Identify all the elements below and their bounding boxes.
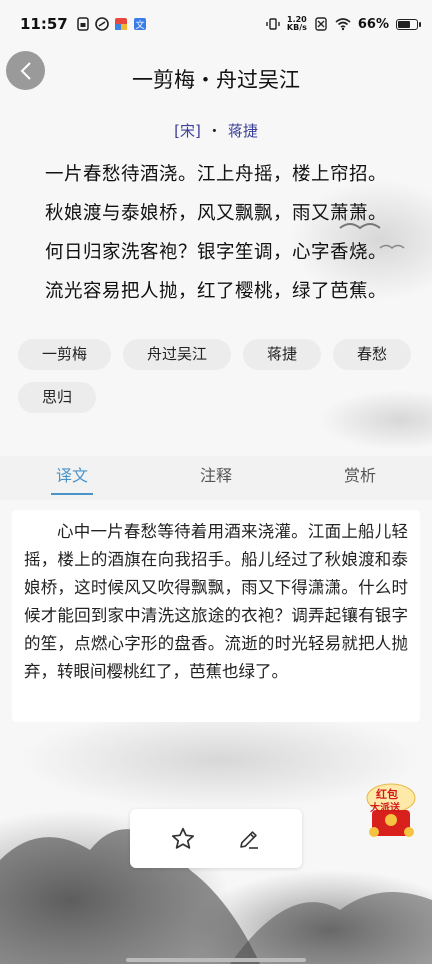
battery-icon — [396, 18, 421, 30]
poem-line: 秋娘渡与泰娘桥，风又飘飘，雨又萧萧。 — [44, 203, 387, 224]
home-indicator[interactable] — [126, 958, 306, 962]
favorite-button[interactable] — [168, 824, 198, 854]
tab-label: 注释 — [199, 466, 232, 485]
app-colorful-icon — [114, 18, 127, 30]
notification-icons: 文 — [76, 17, 147, 31]
battery-percent: 66% — [357, 16, 389, 32]
star-icon — [171, 827, 195, 849]
status-time: 11:57 — [20, 15, 68, 33]
tab-translation[interactable]: 译文 — [0, 456, 144, 500]
dynasty-link[interactable]: [宋] — [174, 122, 201, 140]
status-bar: 11:57 文 1.20 KB/s 66% — [0, 0, 432, 48]
tab-notes[interactable]: 注释 — [144, 456, 288, 500]
meta-separator: ・ — [206, 122, 222, 140]
poem-text: 一片春愁待酒浇。江上舟摇，楼上帘招。 秋娘渡与泰娘桥，风又飘飘，雨又萧萧。 何日… — [0, 160, 432, 316]
tag-chip[interactable]: 思归 — [18, 382, 97, 413]
tab-label: 赏析 — [343, 466, 376, 485]
poem-meta: [宋] ・蒋捷 — [0, 120, 432, 141]
svg-text:文: 文 — [135, 19, 144, 31]
status-right: 1.20 KB/s 66% — [266, 16, 421, 32]
translation-card: 心中一片春愁等待着用酒来浇灌。江面上船儿轻摇，楼上的酒旗在向我招手。船儿经过了秋… — [12, 510, 420, 722]
tag-chip[interactable]: 舟过吴江 — [123, 339, 232, 370]
tab-label: 译文 — [55, 466, 88, 485]
edit-button[interactable] — [234, 824, 264, 854]
network-speed-unit: KB/s — [286, 23, 307, 32]
vibrate-icon — [266, 18, 280, 30]
sim-icon — [77, 17, 89, 31]
bottom-action-bar — [130, 809, 302, 868]
pencil-icon — [240, 830, 258, 849]
red-packet-subtitle: 大派送 — [370, 803, 400, 814]
poem-line: 流光容易把人抛，红了樱桃，绿了芭蕉。 — [44, 281, 387, 302]
red-packet-promo[interactable]: 红包 大派送 — [362, 776, 420, 842]
poem-line: 一片春愁待酒浇。江上舟摇，楼上帘招。 — [44, 164, 387, 185]
tag-chip[interactable]: 一剪梅 — [18, 339, 112, 370]
app-icon — [94, 17, 109, 31]
author-link[interactable]: 蒋捷 — [228, 122, 258, 140]
tag-list: 一剪梅 舟过吴江 蒋捷 春愁 思归 — [18, 339, 418, 413]
tag-chip[interactable]: 蒋捷 — [243, 339, 322, 370]
sim-off-icon — [315, 17, 327, 31]
page-title: 一剪梅・舟过吴江 — [132, 68, 300, 92]
translate-app-icon: 文 — [133, 18, 146, 31]
tab-appreciation[interactable]: 赏析 — [288, 456, 432, 500]
tag-chip[interactable]: 春愁 — [333, 339, 412, 370]
wifi-icon — [335, 18, 351, 31]
network-speed: 1.20 KB/s — [287, 16, 307, 32]
tab-active-indicator — [51, 493, 93, 495]
translation-text: 心中一片春愁等待着用酒来浇灌。江面上船儿轻摇，楼上的酒旗在向我招手。船儿经过了秋… — [24, 522, 408, 681]
poem-line: 何日归家洗客袍？银字笙调，心字香烧。 — [44, 242, 387, 263]
tab-bar: 译文 注释 赏析 — [0, 456, 432, 500]
